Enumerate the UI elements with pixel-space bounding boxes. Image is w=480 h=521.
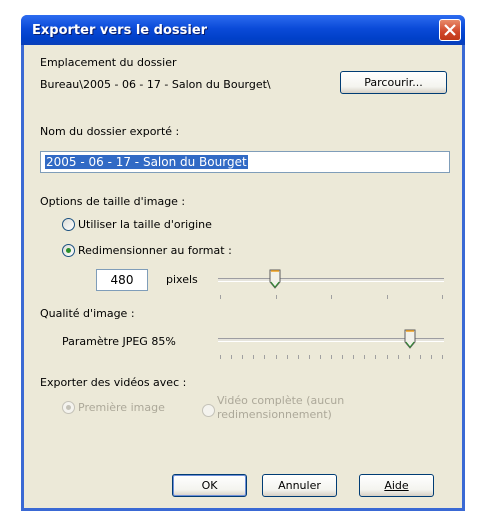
size-slider-track[interactable] [218,278,444,282]
slider-tick [375,355,377,359]
slider-tick [297,355,299,359]
help-button[interactable]: Aide [359,474,434,497]
radio-resize-label[interactable]: Redimensionner au format : [78,244,232,257]
slider-tick [397,355,399,359]
quality-setting-text: Paramètre JPEG 85% [62,335,176,348]
export-name-label: Nom du dossier exporté : [40,125,180,138]
ok-button[interactable]: OK [172,474,247,497]
size-input[interactable]: 480 [96,269,148,291]
slider-tick [430,355,432,359]
slider-tick [442,295,443,299]
slider-tick [331,295,332,299]
export-name-value: 2005 - 06 - 17 - Salon du Bourget [45,155,248,169]
quality-label: Qualité d'image : [40,307,135,320]
close-button[interactable] [439,19,461,41]
quality-slider-thumb-icon[interactable] [404,329,416,349]
radio-full-video-label-line1[interactable]: Vidéo complète (aucun [217,394,344,407]
slider-tick [342,355,344,359]
slider-tick [408,355,410,359]
videos-label: Exporter des vidéos avec : [40,376,187,389]
slider-tick [286,355,288,359]
slider-tick [386,355,388,359]
slider-tick [308,355,310,359]
radio-first-frame[interactable] [62,401,75,414]
cancel-button[interactable]: Annuler [262,474,337,497]
radio-full-video[interactable] [202,404,215,417]
size-slider-thumb-icon[interactable] [269,269,281,289]
radio-first-frame-label[interactable]: Première image [78,401,165,414]
slider-tick [275,355,277,359]
dialog-body: Emplacement du dossier Bureau\2005 - 06 … [24,45,462,508]
title-bar[interactable]: Exporter vers le dossier [21,15,465,45]
radio-resize[interactable] [62,244,75,257]
slider-tick [353,355,355,359]
radio-full-video-label-line2[interactable]: redimensionnement) [217,408,332,421]
slider-tick [220,295,221,299]
radio-original-size-label[interactable]: Utiliser la taille d'origine [78,218,212,231]
slider-tick [242,355,244,359]
folder-location-label: Emplacement du dossier [40,56,177,69]
window-title: Exporter vers le dossier [32,23,208,38]
close-x-icon [444,24,456,36]
slider-tick [319,355,321,359]
slider-tick [264,355,266,359]
export-dialog: Exporter vers le dossier Emplacement du … [21,15,465,511]
folder-path: Bureau\2005 - 06 - 17 - Salon du Bourget… [40,78,271,91]
slider-tick [364,355,366,359]
slider-tick [442,355,443,359]
radio-original-size[interactable] [62,218,75,231]
slider-tick [231,355,233,359]
slider-tick [386,295,388,299]
slider-tick [419,355,421,359]
slider-tick [331,355,332,359]
slider-tick [253,355,255,359]
browse-button[interactable]: Parcourir... [340,71,447,94]
slider-tick [220,355,221,359]
size-options-label: Options de taille d'image : [40,195,186,208]
export-name-input[interactable]: 2005 - 06 - 17 - Salon du Bourget [40,151,450,173]
slider-tick [275,295,277,299]
size-unit-label: pixels [166,273,198,286]
